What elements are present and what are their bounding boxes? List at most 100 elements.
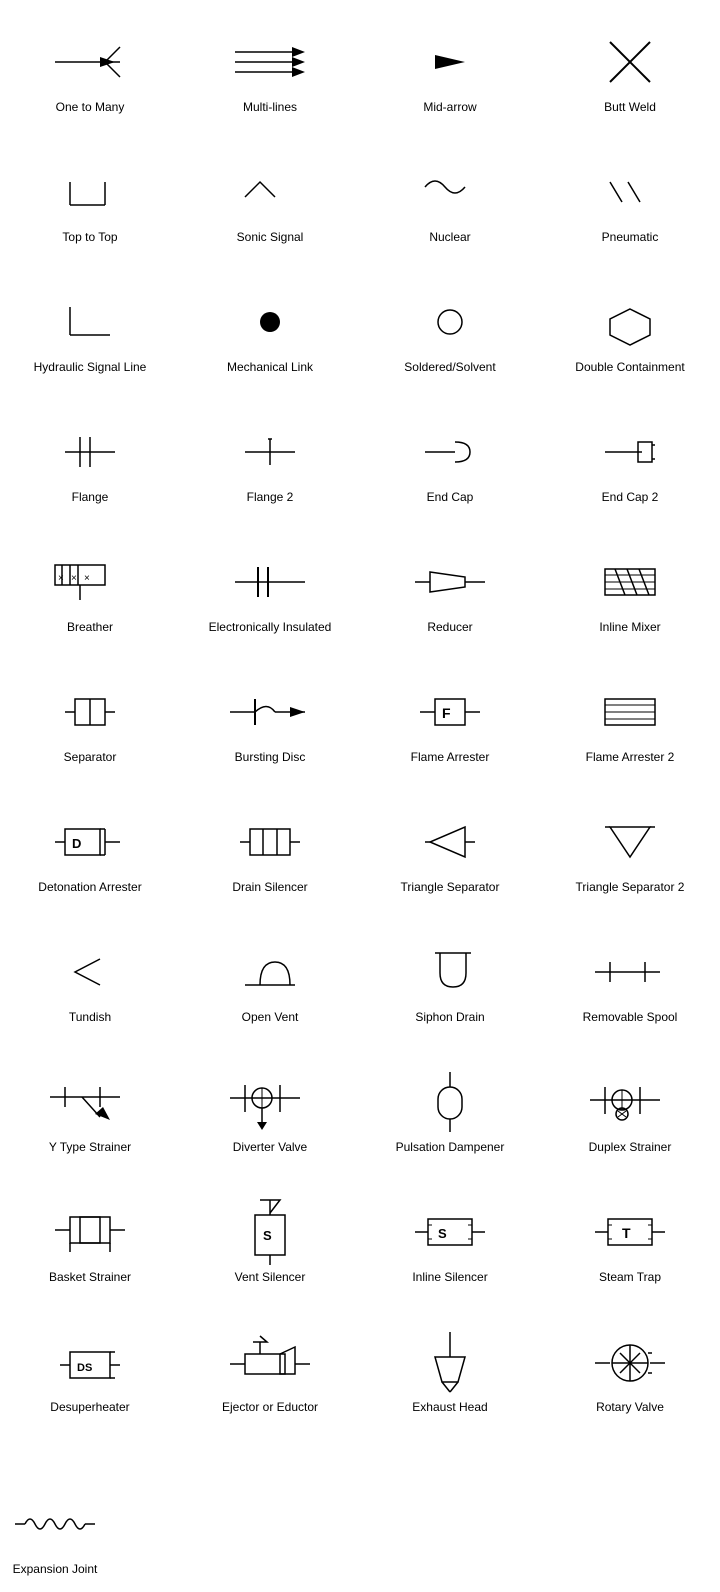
symbol-triangle-separator-2 — [600, 812, 660, 872]
label-one-to-many: One to Many — [56, 100, 125, 116]
cell-duplex-strainer: Duplex Strainer — [540, 1040, 720, 1170]
symbol-duplex-strainer — [585, 1072, 675, 1132]
label-duplex-strainer: Duplex Strainer — [589, 1140, 672, 1156]
symbol-tundish — [60, 942, 120, 1002]
symbol-rotary-valve — [590, 1332, 670, 1392]
cell-siphon-drain: Siphon Drain — [360, 910, 540, 1040]
symbol-flange-2 — [240, 422, 300, 482]
label-flame-arrester: Flame Arrester — [411, 750, 490, 766]
symbol-detonation-arrester: D — [50, 812, 130, 872]
svg-text:S: S — [263, 1228, 272, 1243]
label-reducer: Reducer — [427, 620, 472, 636]
cell-top-to-top: Top to Top — [0, 130, 180, 260]
symbol-hydraulic-signal-line — [60, 292, 120, 352]
symbol-siphon-drain — [415, 942, 485, 1002]
cell-flange: Flange — [0, 390, 180, 520]
label-multi-lines: Multi-lines — [243, 100, 297, 116]
symbol-desuperheater: DS — [55, 1332, 125, 1392]
label-desuperheater: Desuperheater — [50, 1400, 129, 1416]
cell-flange-2: Flange 2 — [180, 390, 360, 520]
label-rotary-valve: Rotary Valve — [596, 1400, 664, 1416]
label-y-type-strainer: Y Type Strainer — [49, 1140, 131, 1156]
symbol-vent-silencer: S — [240, 1202, 300, 1262]
svg-text:×: × — [84, 573, 90, 584]
label-drain-silencer: Drain Silencer — [232, 880, 307, 896]
cell-multi-lines: Multi-lines — [180, 0, 360, 130]
label-exhaust-head: Exhaust Head — [412, 1400, 487, 1416]
symbol-mid-arrow — [420, 32, 480, 92]
label-pneumatic: Pneumatic — [602, 230, 659, 246]
symbol-inline-mixer — [595, 552, 665, 612]
label-tundish: Tundish — [69, 1010, 111, 1026]
cell-pneumatic: Pneumatic — [540, 130, 720, 260]
label-sonic-signal: Sonic Signal — [237, 230, 304, 246]
cell-open-vent: Open Vent — [180, 910, 360, 1040]
symbol-breather: × × × — [50, 552, 130, 612]
cell-sonic-signal: Sonic Signal — [180, 130, 360, 260]
label-detonation-arrester: Detonation Arrester — [38, 880, 141, 896]
cell-exhaust-head: Exhaust Head — [360, 1300, 540, 1430]
label-steam-trap: Steam Trap — [599, 1270, 661, 1286]
cell-hydraulic-signal-line: Hydraulic Signal Line — [0, 260, 180, 390]
label-triangle-separator: Triangle Separator — [401, 880, 500, 896]
label-nuclear: Nuclear — [429, 230, 470, 246]
cell-one-to-many: One to Many — [0, 0, 180, 130]
label-flame-arrester-2: Flame Arrester 2 — [586, 750, 675, 766]
cell-end-cap: End Cap — [360, 390, 540, 520]
symbol-diverter-valve — [225, 1072, 315, 1132]
label-mid-arrow: Mid-arrow — [423, 100, 476, 116]
cell-flame-arrester: F Flame Arrester — [360, 650, 540, 780]
svg-text:×: × — [58, 573, 64, 584]
svg-text:×: × — [71, 573, 77, 584]
symbol-separator — [60, 682, 120, 742]
symbol-basket-strainer — [50, 1202, 130, 1262]
label-top-to-top: Top to Top — [62, 230, 117, 246]
label-double-containment: Double Containment — [575, 360, 684, 376]
symbol-multi-lines — [230, 32, 310, 92]
symbol-steam-trap: T — [590, 1202, 670, 1262]
cell-inline-mixer: Inline Mixer — [540, 520, 720, 650]
cell-reducer: Reducer — [360, 520, 540, 650]
symbol-soldered-solvent — [420, 292, 480, 352]
symbol-butt-weld — [605, 32, 655, 92]
cell-vent-silencer: S Vent Silencer — [180, 1170, 360, 1300]
symbol-one-to-many — [50, 32, 130, 92]
symbol-triangle-separator — [420, 812, 480, 872]
label-hydraulic-signal-line: Hydraulic Signal Line — [34, 360, 147, 376]
label-inline-mixer: Inline Mixer — [599, 620, 660, 636]
symbol-double-containment — [595, 292, 665, 352]
symbol-flange — [60, 422, 120, 482]
label-triangle-separator-2: Triangle Separator 2 — [576, 880, 685, 896]
svg-text:D: D — [72, 836, 81, 851]
label-expansion-joint: Expansion Joint — [13, 1562, 98, 1578]
label-flange: Flange — [72, 490, 109, 506]
symbol-pneumatic — [600, 162, 660, 222]
label-end-cap: End Cap — [427, 490, 474, 506]
label-flange-2: Flange 2 — [247, 490, 294, 506]
symbol-open-vent — [240, 942, 300, 1002]
label-butt-weld: Butt Weld — [604, 100, 656, 116]
label-breather: Breather — [67, 620, 113, 636]
symbol-expansion-joint — [10, 1494, 100, 1554]
symbol-end-cap-2 — [600, 422, 660, 482]
symbol-drain-silencer — [235, 812, 305, 872]
symbol-inline-silencer: S — [410, 1202, 490, 1262]
label-pulsation-dampener: Pulsation Dampener — [396, 1140, 505, 1156]
label-bursting-disc: Bursting Disc — [235, 750, 306, 766]
symbol-exhaust-head — [420, 1332, 480, 1392]
cell-drain-silencer: Drain Silencer — [180, 780, 360, 910]
cell-flame-arrester-2: Flame Arrester 2 — [540, 650, 720, 780]
label-soldered-solvent: Soldered/Solvent — [404, 360, 495, 376]
cell-breather: × × × Breather — [0, 520, 180, 650]
label-end-cap-2: End Cap 2 — [602, 490, 659, 506]
cell-butt-weld: Butt Weld — [540, 0, 720, 130]
symbol-pulsation-dampener — [420, 1072, 480, 1132]
label-ejector-or-eductor: Ejector or Eductor — [222, 1400, 318, 1416]
symbol-flame-arrester-2 — [595, 682, 665, 742]
label-removable-spool: Removable Spool — [583, 1010, 678, 1026]
label-separator: Separator — [64, 750, 117, 766]
cell-removable-spool: Removable Spool — [540, 910, 720, 1040]
label-inline-silencer: Inline Silencer — [412, 1270, 487, 1286]
symbol-end-cap — [420, 422, 480, 482]
symbol-reducer — [410, 552, 490, 612]
